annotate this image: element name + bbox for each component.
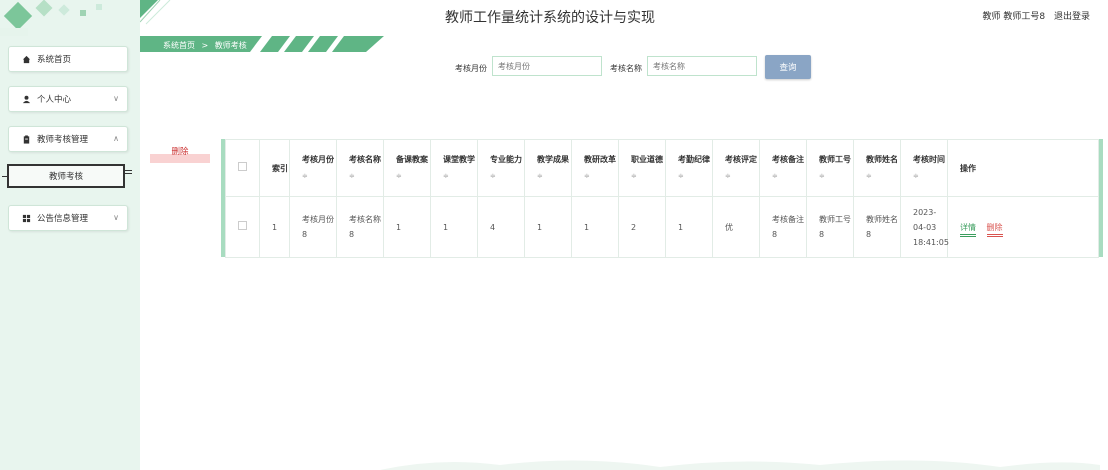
breadcrumb-current: 教师考核: [214, 41, 247, 50]
submenu-item-teacher-assessment[interactable]: 教师考核: [7, 164, 125, 188]
user-name: 教师 教师工号8: [982, 12, 1046, 22]
col-header-ethics[interactable]: 职业道德 ≑: [618, 139, 666, 197]
grid-icon: [21, 213, 31, 223]
select-all-checkbox[interactable]: [225, 139, 260, 197]
sort-icon[interactable]: ≑: [490, 169, 524, 184]
batch-delete-button[interactable]: 删除: [150, 145, 210, 163]
cell-index: 1: [259, 196, 290, 258]
clipboard-icon: [21, 134, 31, 144]
sort-icon[interactable]: ≑: [678, 169, 712, 184]
sort-icon[interactable]: ≑: [631, 169, 665, 184]
col-header-attendance[interactable]: 考勤纪律 ≑: [665, 139, 713, 197]
cell-ability: 4: [477, 196, 525, 258]
sort-icon[interactable]: ≑: [819, 169, 853, 184]
table-header-row: 索引 考核月份 ≑ 考核名称 ≑ 备课教案 ≑ 课堂教学 ≑ 专业能力 ≑ 教学成果 ≑ 教…: [225, 139, 1099, 197]
cell-result: 1: [524, 196, 572, 258]
name-input[interactable]: [647, 56, 757, 76]
chevron-down-icon: ∨: [113, 213, 119, 222]
cell-remark: 考核备注8: [759, 196, 807, 258]
cell-actions: 详情 删除: [947, 196, 1099, 258]
chevron-up-icon: ∧: [113, 134, 119, 143]
sort-icon[interactable]: ≑: [443, 169, 477, 184]
sort-icon[interactable]: ≑: [349, 169, 383, 184]
detail-button[interactable]: 详情: [960, 222, 976, 237]
breadcrumb-separator: >: [201, 41, 209, 50]
breadcrumb-home[interactable]: 系统首页: [163, 41, 195, 50]
col-header-teacher-no[interactable]: 教师工号 ≑: [806, 139, 854, 197]
sidebar-item-announcements[interactable]: 公告信息管理 ∨: [8, 205, 128, 231]
delete-button[interactable]: 删除: [986, 222, 1003, 237]
sort-icon[interactable]: ≑: [302, 169, 336, 184]
col-header-actions: 操作: [947, 139, 1099, 197]
search-row: 考核月份 考核名称: [0, 56, 1108, 80]
chevron-down-icon: ∨: [113, 94, 119, 103]
cell-attendance: 1: [665, 196, 713, 258]
cell-teacher-name: 教师姓名8: [853, 196, 901, 258]
cell-reform: 1: [571, 196, 619, 258]
sort-icon[interactable]: ≑: [913, 169, 947, 184]
sidebar-item-label: 教师考核管理: [37, 135, 89, 145]
month-label: 考核月份: [455, 64, 487, 73]
logo-decoration: [0, 0, 102, 36]
col-header-teacher-name[interactable]: 教师姓名 ≑: [853, 139, 901, 197]
sort-icon[interactable]: ≑: [772, 169, 806, 184]
col-header-prep[interactable]: 备课教案 ≑: [383, 139, 431, 197]
user-info: 教师 教师工号8 退出登录: [977, 9, 1090, 22]
table-row: 1 考核月份8 考核名称8 1 1 4 1 1 2 1 优 考核备注8 教师工号…: [225, 196, 1099, 258]
col-header-month[interactable]: 考核月份 ≑: [289, 139, 337, 197]
col-header-grade[interactable]: 考核评定 ≑: [712, 139, 760, 197]
logout-link[interactable]: 退出登录: [1054, 12, 1090, 22]
cell-class: 1: [430, 196, 478, 258]
sidebar-item-profile[interactable]: 个人中心 ∨: [8, 86, 128, 112]
col-header-time[interactable]: 考核时间 ≑: [900, 139, 948, 197]
month-input[interactable]: [492, 56, 602, 76]
sort-icon[interactable]: ≑: [866, 169, 900, 184]
cell-ethics: 2: [618, 196, 666, 258]
cell-time: 2023-04-03 18:41:05: [900, 196, 949, 258]
sort-icon[interactable]: ≑: [725, 169, 759, 184]
sort-icon[interactable]: ≑: [537, 169, 571, 184]
sidebar-item-label: 公告信息管理: [37, 214, 89, 224]
col-header-reform[interactable]: 教研改革 ≑: [571, 139, 619, 197]
cell-name: 考核名称8: [336, 196, 384, 258]
cell-prep: 1: [383, 196, 431, 258]
sort-icon[interactable]: ≑: [584, 169, 618, 184]
row-checkbox[interactable]: [225, 196, 260, 258]
breadcrumb: 系统首页 > 教师考核: [163, 40, 247, 51]
col-header-class[interactable]: 课堂教学 ≑: [430, 139, 478, 197]
col-header-index: 索引: [259, 139, 290, 197]
footer-wave-decoration: [380, 460, 1100, 470]
data-table: 索引 考核月份 ≑ 考核名称 ≑ 备课教案 ≑ 课堂教学 ≑ 专业能力 ≑ 教学成果 ≑ 教…: [221, 139, 1103, 258]
col-header-result[interactable]: 教学成果 ≑: [524, 139, 572, 197]
sidebar-item-teacher-assessment[interactable]: 教师考核管理 ∧: [8, 126, 128, 152]
cell-teacher-no: 教师工号8: [806, 196, 854, 258]
name-label: 考核名称: [610, 64, 642, 73]
col-header-name[interactable]: 考核名称 ≑: [336, 139, 384, 197]
cell-month: 考核月份8: [289, 196, 337, 258]
cell-grade: 优: [712, 196, 760, 258]
search-button[interactable]: 查询: [765, 55, 811, 79]
sidebar-item-label: 个人中心: [37, 95, 72, 105]
col-header-remark[interactable]: 考核备注 ≑: [759, 139, 807, 197]
sort-icon[interactable]: ≑: [396, 169, 430, 184]
col-header-ability[interactable]: 专业能力 ≑: [477, 139, 525, 197]
user-icon: [21, 94, 31, 104]
page-title: 教师工作量统计系统的设计与实现: [445, 10, 655, 26]
